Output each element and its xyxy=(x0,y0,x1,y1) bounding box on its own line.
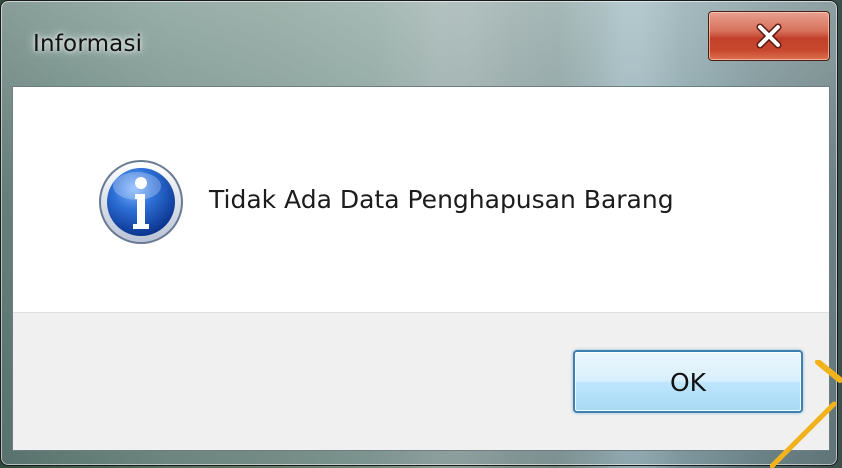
dialog-title: Informasi xyxy=(33,31,143,57)
message-dialog: Informasi Tidak Ada Data Penghapusan Bar… xyxy=(0,0,838,466)
button-bar: OK xyxy=(13,312,829,450)
close-icon xyxy=(709,12,829,60)
message-text: Tidak Ada Data Penghapusan Barang xyxy=(209,185,674,214)
message-area: Tidak Ada Data Penghapusan Barang xyxy=(13,87,829,312)
close-button[interactable] xyxy=(708,11,830,61)
watermark-stroke xyxy=(770,360,842,468)
dialog-body: Tidak Ada Data Penghapusan Barang OK xyxy=(12,86,830,451)
info-icon xyxy=(97,158,185,246)
ok-button[interactable]: OK xyxy=(573,350,803,413)
title-bar[interactable]: Informasi xyxy=(1,1,837,85)
